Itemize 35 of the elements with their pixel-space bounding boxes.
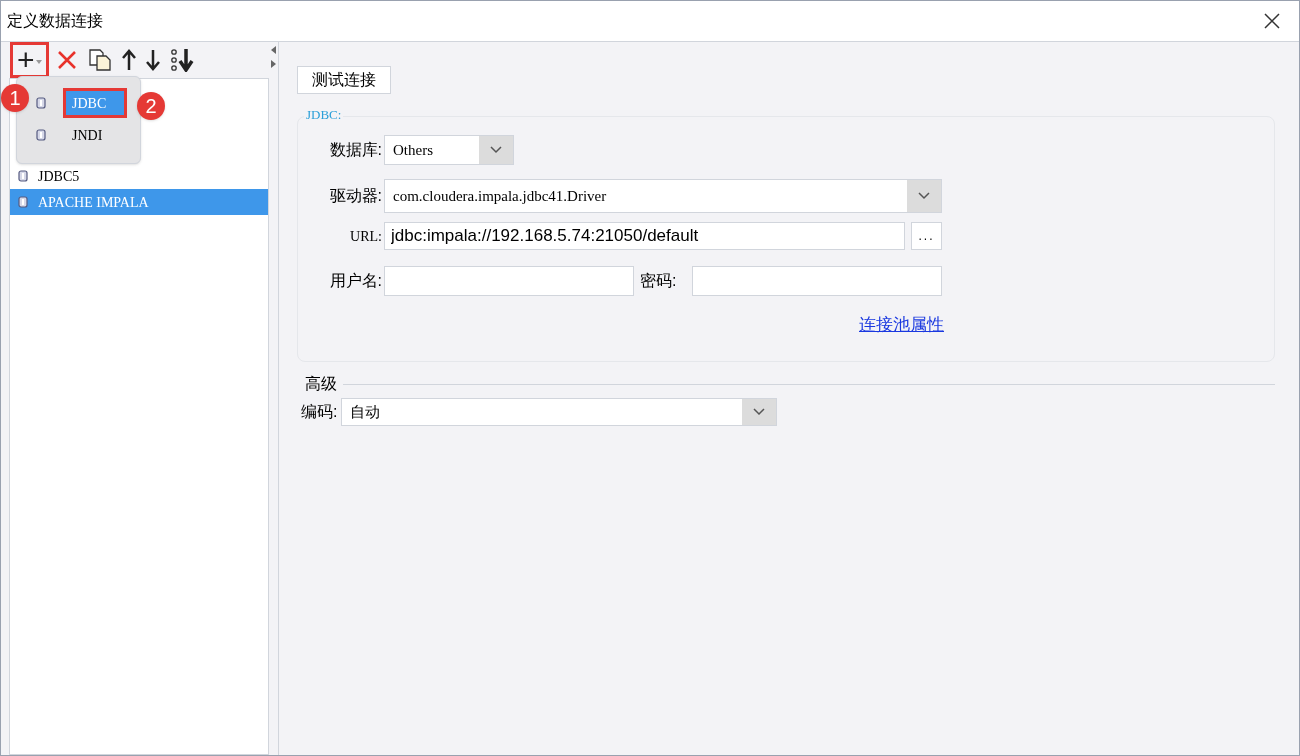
field-label: URL:	[349, 227, 382, 246]
database-icon	[36, 97, 46, 109]
database-icon	[36, 129, 46, 141]
menu-item[interactable]: JNDI	[66, 123, 124, 147]
expand-right-icon[interactable]	[271, 60, 276, 68]
driver-dropdown[interactable]: com.cloudera.impala.jdbc41.Driver	[384, 179, 942, 213]
collapse-left-icon[interactable]	[271, 46, 276, 54]
delete-icon[interactable]	[55, 49, 78, 71]
copy-icon[interactable]	[87, 48, 112, 72]
connection-pool-link[interactable]: 连接池属性	[859, 312, 944, 338]
field-label: 数据库:	[328, 140, 382, 160]
field-label: 驱动器:	[328, 186, 382, 206]
database-dropdown[interactable]: Others	[384, 135, 514, 165]
database-icon	[18, 196, 28, 208]
chevron-down-icon	[490, 146, 502, 154]
chevron-down-icon	[918, 192, 930, 200]
field-label: 编码:	[301, 402, 338, 422]
section-title: 高级	[305, 374, 338, 394]
url-field[interactable]: jdbc:impala://192.168.5.74:21050/default	[384, 222, 905, 250]
test-connection-button[interactable]: 测试连接	[297, 66, 391, 94]
window-title: 定义数据连接	[7, 11, 103, 31]
add-button[interactable]: +	[13, 45, 46, 75]
password-field[interactable]	[692, 266, 942, 296]
chevron-down-icon	[753, 408, 766, 416]
encoding-dropdown[interactable]: 自动	[341, 398, 778, 426]
browse-button[interactable]: ...	[911, 222, 942, 250]
connection-item[interactable]: JDBC5	[10, 163, 268, 189]
up-arrow-icon[interactable]	[121, 49, 136, 71]
field-label: 密码:	[640, 271, 678, 291]
field-label: 用户名:	[328, 271, 382, 291]
caret-icon	[35, 60, 42, 64]
sort-down-icon[interactable]	[169, 48, 196, 72]
username-field[interactable]	[384, 266, 634, 296]
down-arrow-icon[interactable]	[145, 49, 160, 71]
database-icon	[18, 170, 28, 182]
